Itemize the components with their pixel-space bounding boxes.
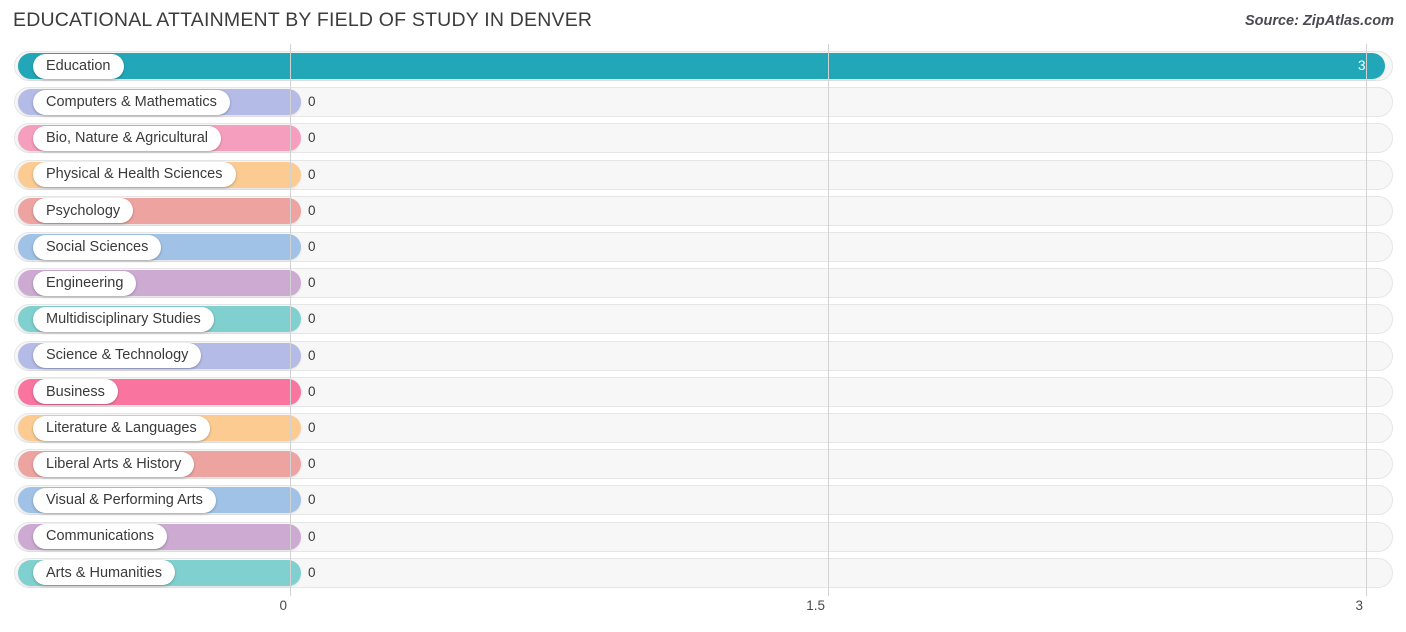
value-label: 0	[308, 166, 316, 182]
bar-row[interactable]: Business 0	[0, 374, 1406, 410]
value-label: 0	[308, 94, 316, 110]
category-label-pill: Business	[33, 379, 118, 405]
chart-header: EDUCATIONAL ATTAINMENT BY FIELD OF STUDY…	[0, 0, 1406, 44]
category-label: Computers & Mathematics	[46, 93, 217, 110]
bar-row[interactable]: Visual & Performing Arts 0	[0, 482, 1406, 518]
gridline-1-5	[828, 44, 829, 596]
category-label: Education	[46, 57, 111, 74]
gridline-3	[1366, 44, 1367, 596]
bar-row[interactable]: Social Sciences 0	[0, 229, 1406, 265]
bar-row[interactable]: Bio, Nature & Agricultural 0	[0, 120, 1406, 156]
category-label-pill: Arts & Humanities	[33, 560, 176, 586]
value-label: 0	[308, 311, 316, 327]
value-label: 0	[308, 420, 316, 435]
x-tick-label: 1.5	[806, 598, 825, 613]
value-label: 0	[308, 528, 316, 544]
x-tick-label: 0	[279, 598, 287, 613]
value-label: 0	[308, 383, 316, 399]
value-label: 0	[308, 239, 316, 254]
bar-row[interactable]: Psychology 0	[0, 193, 1406, 229]
value-label: 0	[308, 275, 316, 291]
category-label: Social Sciences	[46, 238, 149, 255]
value-label: 0	[308, 456, 316, 472]
x-axis: 0 1.5 3	[0, 596, 1406, 632]
plot-area: Education 3 Computers & Mathematics 0 Bio, N…	[0, 44, 1406, 596]
category-label: Communications	[46, 528, 154, 545]
value-label: 0	[308, 130, 316, 146]
page-title: EDUCATIONAL ATTAINMENT BY FIELD OF STUDY…	[13, 9, 593, 31]
value-label: 3	[1358, 58, 1366, 73]
x-tick-label: 3	[1355, 598, 1363, 613]
category-label-pill: Multidisciplinary Studies	[33, 306, 214, 332]
category-label: Arts & Humanities	[46, 564, 163, 581]
category-label: Liberal Arts & History	[46, 455, 182, 472]
bar-row[interactable]: Arts & Humanities 0	[0, 555, 1406, 591]
category-label: Visual & Performing Arts	[46, 492, 203, 509]
category-label: Literature & Languages	[46, 419, 197, 436]
category-label: Multidisciplinary Studies	[46, 311, 201, 328]
category-label-pill: Science & Technology	[33, 343, 202, 369]
value-label: 0	[308, 492, 316, 508]
value-bar[interactable]	[18, 53, 1385, 79]
category-label-pill: Literature & Languages	[33, 415, 210, 441]
category-label: Physical & Health Sciences	[46, 166, 223, 183]
category-label-pill: Psychology	[33, 198, 134, 224]
category-label-pill: Liberal Arts & History	[33, 451, 195, 477]
category-label-pill: Computers & Mathematics	[33, 89, 230, 115]
bar-row[interactable]: Liberal Arts & History 0	[0, 446, 1406, 482]
category-label-pill: Education	[33, 53, 124, 79]
category-label-pill: Social Sciences	[33, 234, 162, 260]
source-attribution: Source: ZipAtlas.com	[1244, 13, 1394, 29]
bar-row[interactable]: Engineering 0	[0, 265, 1406, 301]
category-label: Engineering	[46, 274, 124, 291]
category-label: Psychology	[46, 202, 121, 219]
category-label: Business	[46, 383, 105, 400]
category-label: Science & Technology	[46, 347, 189, 364]
bar-row[interactable]: Education 3	[0, 48, 1406, 84]
category-label-pill: Physical & Health Sciences	[33, 162, 236, 188]
category-label-pill: Engineering	[33, 270, 137, 296]
category-label-pill: Communications	[33, 524, 167, 550]
bar-row[interactable]: Communications 0	[0, 519, 1406, 555]
category-label-pill: Visual & Performing Arts	[33, 487, 216, 513]
bar-row[interactable]: Physical & Health Sciences 0	[0, 157, 1406, 193]
value-label: 0	[308, 202, 316, 218]
gridline-0	[290, 44, 291, 596]
bar-row[interactable]: Science & Technology 0	[0, 338, 1406, 374]
category-label-pill: Bio, Nature & Agricultural	[33, 125, 221, 151]
value-label: 0	[308, 347, 316, 363]
bar-row[interactable]: Computers & Mathematics 0	[0, 84, 1406, 120]
chart-page: EDUCATIONAL ATTAINMENT BY FIELD OF STUDY…	[0, 0, 1406, 632]
bar-row[interactable]: Multidisciplinary Studies 0	[0, 301, 1406, 337]
bar-row[interactable]: Literature & Languages 0	[0, 410, 1406, 446]
category-label: Bio, Nature & Agricultural	[46, 130, 208, 147]
value-label: 0	[308, 564, 316, 580]
